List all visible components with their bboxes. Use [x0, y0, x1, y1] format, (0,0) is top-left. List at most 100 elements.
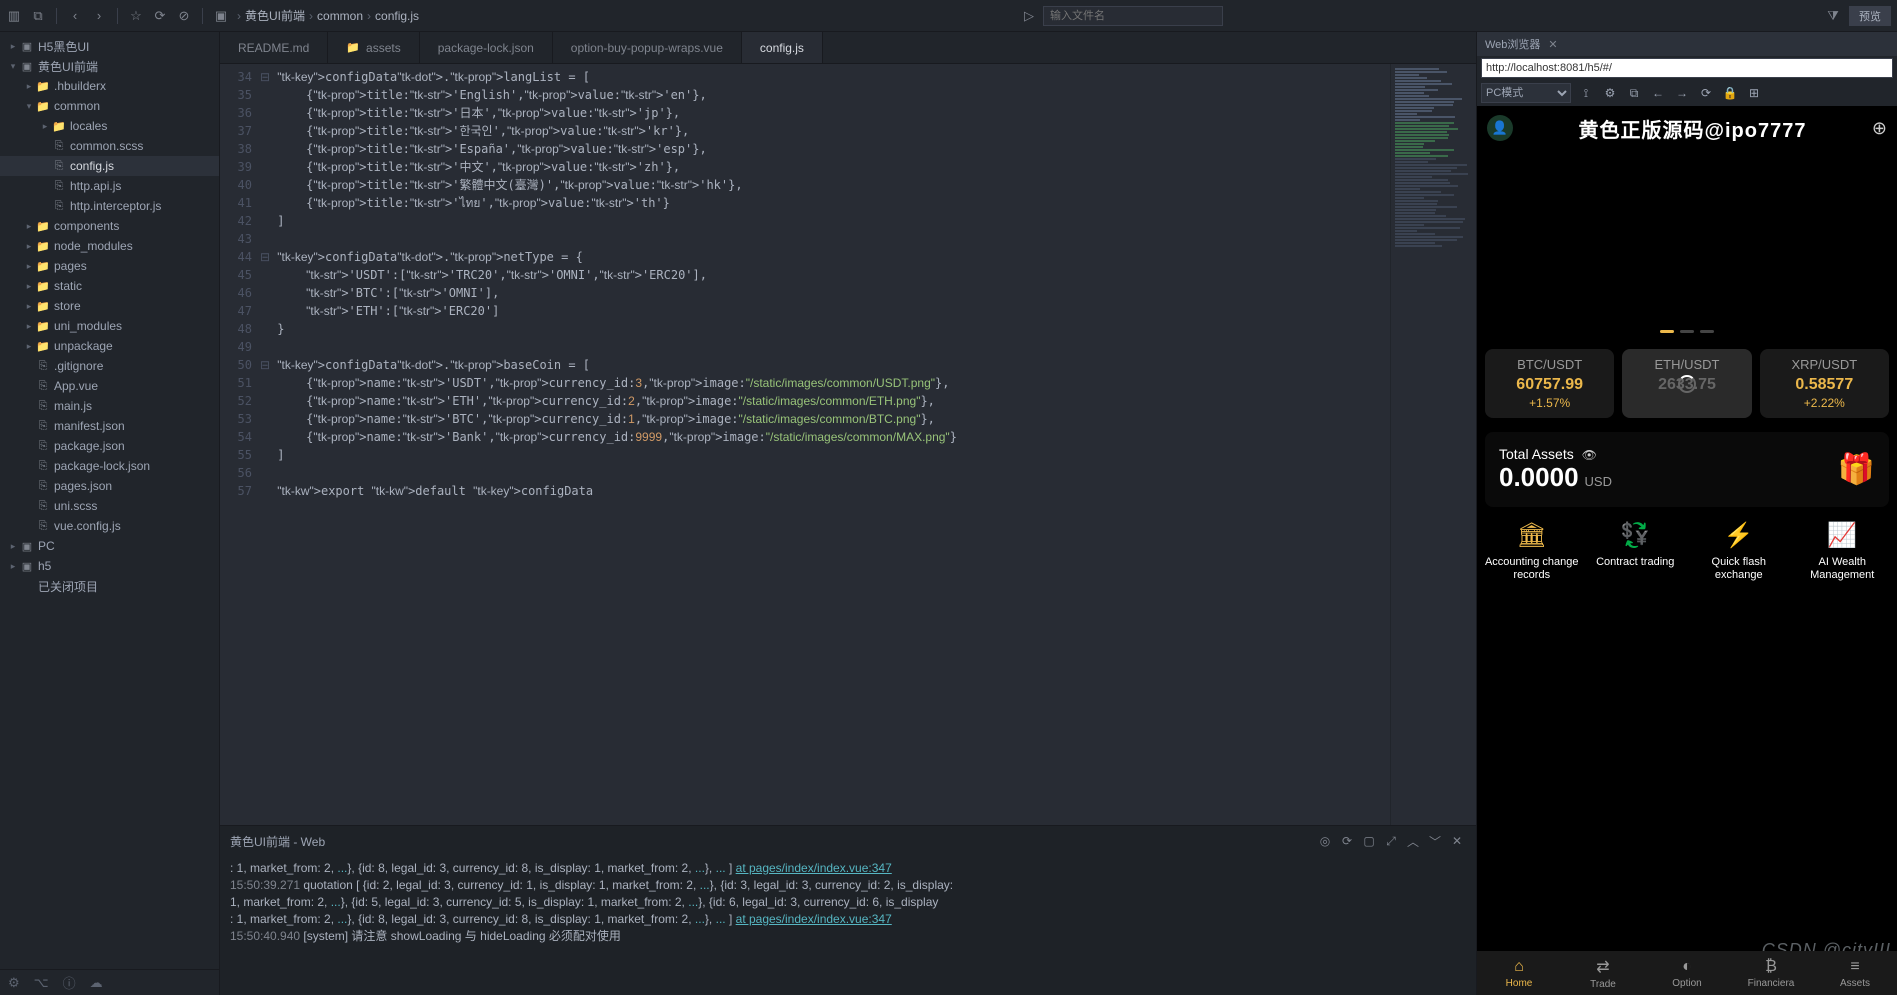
- nav-item[interactable]: ⇄Trade: [1561, 951, 1645, 995]
- tree-item[interactable]: ⎘uni.scss: [0, 496, 219, 516]
- editor-tab[interactable]: config.js: [742, 32, 823, 63]
- tree-item[interactable]: ⎘package-lock.json: [0, 456, 219, 476]
- tool-icon[interactable]: ⟟: [1577, 84, 1595, 102]
- tool-icon[interactable]: ⧉: [30, 8, 46, 24]
- editor-tab[interactable]: 📁assets: [328, 32, 419, 63]
- tree-item[interactable]: ⎘.gitignore: [0, 356, 219, 376]
- breadcrumb[interactable]: ›黄色UI前端 ›common ›config.js: [237, 7, 419, 24]
- assets-label: Total Assets: [1499, 446, 1574, 462]
- tree-item[interactable]: ▾▣黄色UI前端: [0, 56, 219, 76]
- ticker-card[interactable]: ETH/USDT2633.75: [1622, 349, 1751, 418]
- tree-item[interactable]: ▸📁node_modules: [0, 236, 219, 256]
- back-icon[interactable]: ‹: [67, 8, 83, 24]
- editor-tab[interactable]: package-lock.json: [420, 32, 553, 63]
- url-input[interactable]: [1481, 58, 1893, 78]
- filter-icon[interactable]: ⧩: [1825, 8, 1841, 24]
- globe-icon[interactable]: ⊕: [1872, 118, 1887, 139]
- code-editor[interactable]: ⊟ "tk-key">configData"tk-dot">."tk-prop"…: [260, 64, 1390, 825]
- avatar-icon[interactable]: 👤: [1487, 115, 1513, 141]
- stop-icon[interactable]: ⊘: [176, 8, 192, 24]
- phone-preview: 👤 黄色正版源码@ipo7777 ⊕ BTC/USDT60757.99+1.57…: [1477, 106, 1897, 995]
- close-icon[interactable]: ✕: [1548, 38, 1557, 51]
- tree-item[interactable]: ▸▣H5黑色UI: [0, 36, 219, 56]
- assets-value: 0.0000: [1499, 462, 1579, 492]
- terminal-output[interactable]: : 1, market_from: 2, ...}, {id: 8, legal…: [220, 856, 1476, 995]
- status-icon[interactable]: ⚙: [8, 975, 20, 991]
- tree-item[interactable]: ⎘App.vue: [0, 376, 219, 396]
- collapse-icon[interactable]: ︿: [1404, 833, 1422, 850]
- action-item[interactable]: 💱Contract trading: [1585, 521, 1687, 582]
- tree-item[interactable]: ▸📁uni_modules: [0, 316, 219, 336]
- lock-icon[interactable]: 🔒: [1721, 84, 1739, 102]
- term-icon[interactable]: ⟳: [1338, 834, 1356, 848]
- status-icon[interactable]: ⌥: [34, 975, 49, 991]
- reload-icon[interactable]: ⟳: [1697, 84, 1715, 102]
- reload-icon[interactable]: ⟳: [152, 8, 168, 24]
- star-icon[interactable]: ☆: [128, 8, 144, 24]
- tree-item[interactable]: ▾📁common: [0, 96, 219, 116]
- action-item[interactable]: ⚡Quick flash exchange: [1688, 521, 1790, 582]
- tree-item[interactable]: ⎘pages.json: [0, 476, 219, 496]
- tree-item[interactable]: ⎘package.json: [0, 436, 219, 456]
- sidebar-status: ⚙ ⌥ ⓘ ☁: [0, 969, 219, 995]
- action-item[interactable]: 🏛Accounting change records: [1481, 521, 1583, 582]
- tree-item[interactable]: 已关闭项目: [0, 576, 219, 596]
- tree-item[interactable]: ⎘main.js: [0, 396, 219, 416]
- status-icon[interactable]: ⓘ: [63, 973, 76, 992]
- qr-icon[interactable]: ⊞: [1745, 84, 1763, 102]
- tree-item[interactable]: ▸▣PC: [0, 536, 219, 556]
- editor-tabs: README.md📁assetspackage-lock.jsonoption-…: [220, 32, 1476, 64]
- bottom-nav: ⌂Home⇄Trade◐Option₿Financiera≡Assets: [1477, 951, 1897, 995]
- status-icon[interactable]: ☁: [90, 975, 103, 991]
- forward-icon[interactable]: →: [1673, 84, 1691, 102]
- tree-item[interactable]: ⎘vue.config.js: [0, 516, 219, 536]
- assets-card[interactable]: Total Assets👁 0.0000USD 🎁: [1485, 432, 1889, 507]
- forward-icon[interactable]: ›: [91, 8, 107, 24]
- editor-tab[interactable]: README.md: [220, 32, 328, 63]
- expand-icon[interactable]: ﹀: [1426, 833, 1444, 850]
- nav-item[interactable]: ≡Assets: [1813, 951, 1897, 995]
- tree-item[interactable]: ▸📁components: [0, 216, 219, 236]
- tree-item[interactable]: ▸📁locales: [0, 116, 219, 136]
- file-search-input[interactable]: [1043, 6, 1223, 26]
- assets-currency: USD: [1585, 474, 1612, 489]
- carousel-dots[interactable]: [1477, 330, 1897, 333]
- tree-item[interactable]: ▸📁unpackage: [0, 336, 219, 356]
- tree-item[interactable]: ⎘manifest.json: [0, 416, 219, 436]
- editor-tab[interactable]: option-buy-popup-wraps.vue: [553, 32, 742, 63]
- line-gutter: 34 35 36 37 38 39 40 41 42 43 44 45 46 4…: [220, 64, 260, 825]
- tree-item[interactable]: ⎘common.scss: [0, 136, 219, 156]
- nav-item[interactable]: ₿Financiera: [1729, 951, 1813, 995]
- tree-item[interactable]: ▸📁static: [0, 276, 219, 296]
- close-icon[interactable]: ✕: [1448, 834, 1466, 848]
- explorer-sidebar: ▸▣H5黑色UI▾▣黄色UI前端▸📁.hbuilderx▾📁common▸📁lo…: [0, 32, 220, 995]
- nav-item[interactable]: ⌂Home: [1477, 951, 1561, 995]
- mode-select[interactable]: PC模式: [1481, 83, 1571, 103]
- minimap[interactable]: [1390, 64, 1476, 825]
- tree-item[interactable]: ▸📁store: [0, 296, 219, 316]
- tree-item[interactable]: ⎘config.js: [0, 156, 219, 176]
- back-icon[interactable]: ←: [1649, 84, 1667, 102]
- term-icon[interactable]: ▢: [1360, 834, 1378, 848]
- toolbar: ▥ ⧉ ‹ › ☆ ⟳ ⊘ ▣ ›黄色UI前端 ›common ›config.…: [0, 0, 1897, 32]
- ticker-card[interactable]: BTC/USDT60757.99+1.57%: [1485, 349, 1614, 418]
- term-icon[interactable]: ◎: [1316, 834, 1334, 848]
- eye-icon[interactable]: 👁: [1582, 448, 1597, 462]
- tool-icon[interactable]: ▥: [6, 8, 22, 24]
- preview-button[interactable]: 预览: [1849, 6, 1891, 26]
- term-icon[interactable]: ⤢: [1382, 834, 1400, 849]
- file-tree: ▸▣H5黑色UI▾▣黄色UI前端▸📁.hbuilderx▾📁common▸📁lo…: [0, 32, 219, 969]
- tool-icon[interactable]: ⧉: [1625, 84, 1643, 102]
- action-item[interactable]: 📈AI Wealth Management: [1792, 521, 1894, 582]
- tree-item[interactable]: ▸📁pages: [0, 256, 219, 276]
- ticker-card[interactable]: XRP/USDT0.58577+2.22%: [1760, 349, 1889, 418]
- tree-item[interactable]: ▸▣h5: [0, 556, 219, 576]
- settings-icon[interactable]: ⚙: [1601, 84, 1619, 102]
- run-icon[interactable]: ▷: [1021, 8, 1037, 24]
- project-icon[interactable]: ▣: [213, 8, 229, 24]
- tree-item[interactable]: ⎘http.api.js: [0, 176, 219, 196]
- tree-item[interactable]: ⎘http.interceptor.js: [0, 196, 219, 216]
- nav-item[interactable]: ◐Option: [1645, 951, 1729, 995]
- terminal-title: 黄色UI前端 - Web: [230, 833, 325, 850]
- tree-item[interactable]: ▸📁.hbuilderx: [0, 76, 219, 96]
